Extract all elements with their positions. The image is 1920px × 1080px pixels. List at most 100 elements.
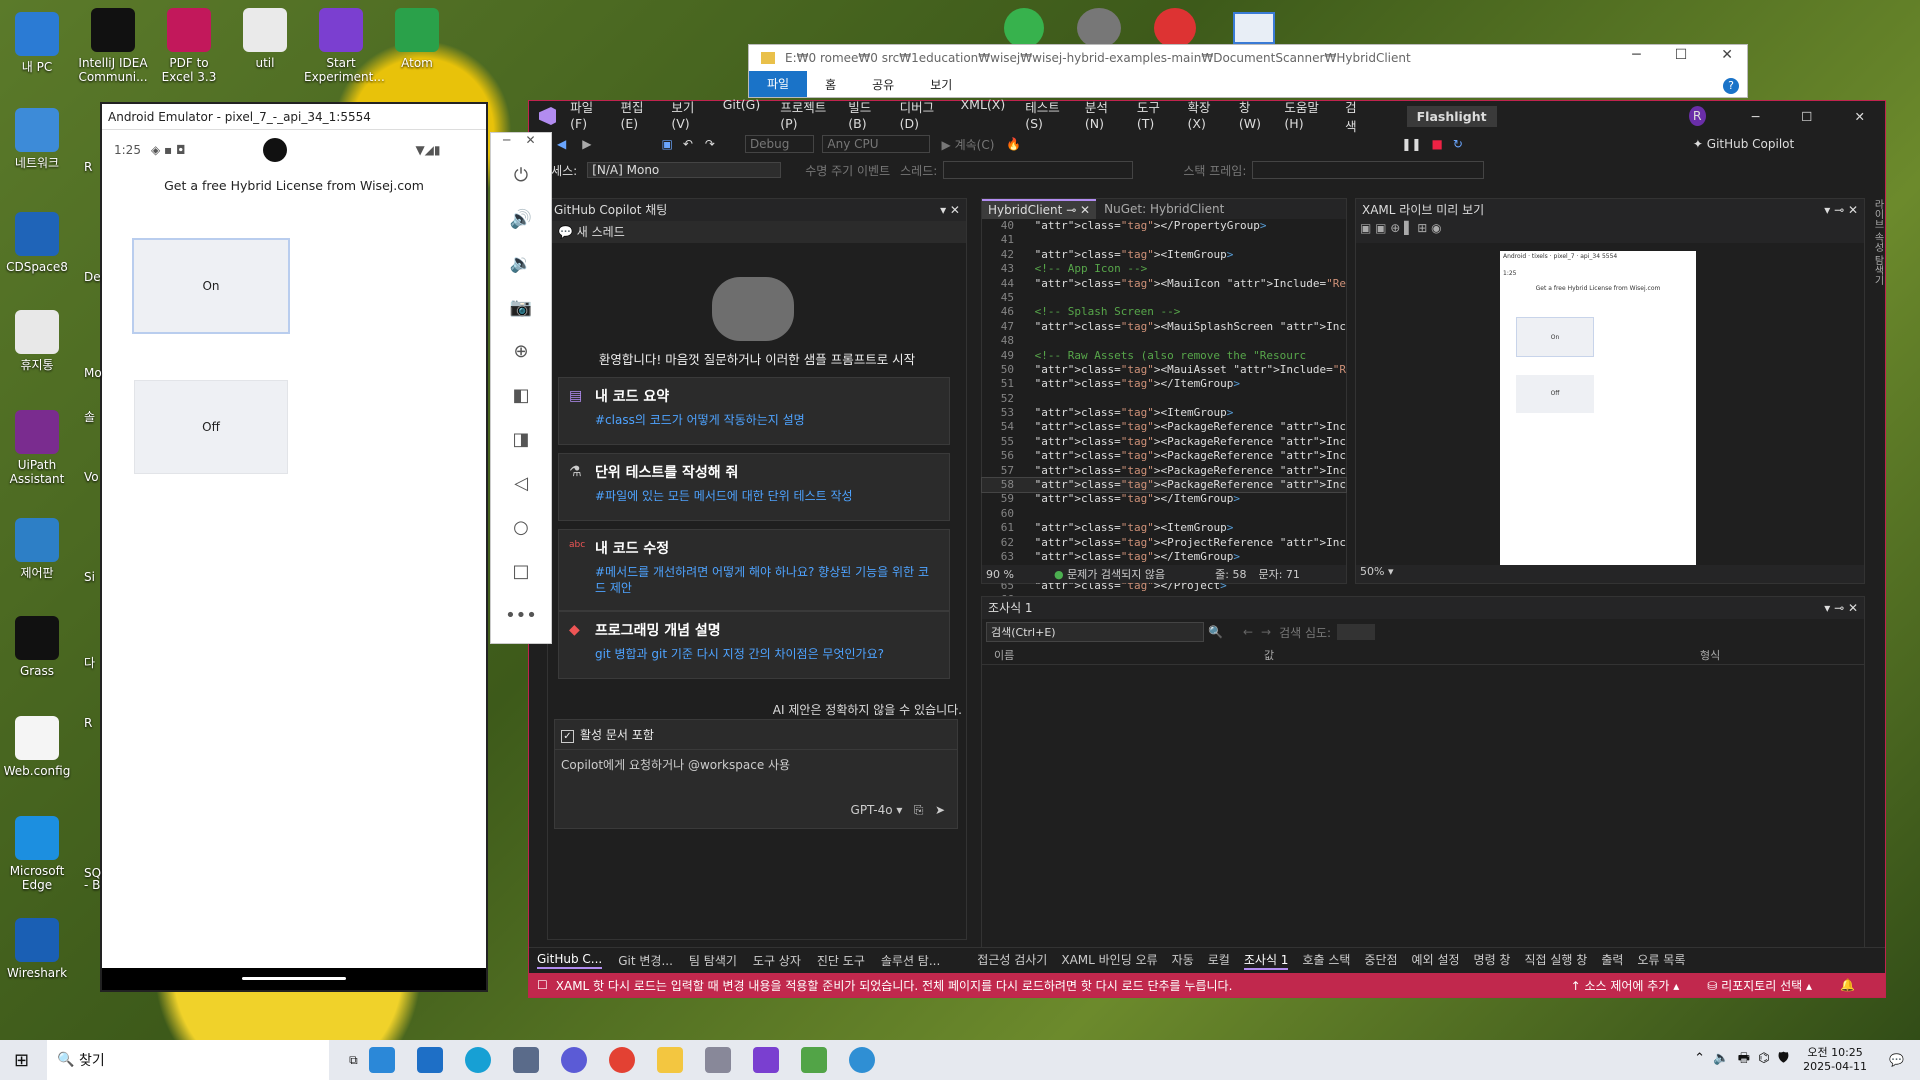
camera-icon[interactable]: 📷: [491, 285, 551, 329]
code-line[interactable]: 47 "attr">class="tag"><MauiSplashScreen …: [982, 320, 1346, 334]
tool-tab[interactable]: 중단점: [1364, 951, 1397, 970]
forward-icon[interactable]: →: [1261, 625, 1271, 639]
process-dropdown[interactable]: [N/A] Mono: [587, 162, 782, 178]
tool-tab[interactable]: XAML 바인딩 오류: [1061, 951, 1157, 970]
undo-icon[interactable]: ↶: [683, 137, 693, 151]
off-button[interactable]: Off: [134, 380, 288, 474]
file-explorer-icon[interactable]: [656, 1047, 683, 1073]
code-line[interactable]: 57 "attr">class="tag"><PackageReference …: [982, 464, 1346, 478]
flashlight-badge[interactable]: Flashlight: [1406, 105, 1497, 127]
menu-item[interactable]: 확장(X): [1188, 97, 1219, 135]
code-line[interactable]: 59 "attr">class="tag"></ItemGroup>: [982, 492, 1346, 506]
code-line[interactable]: 51 "attr">class="tag"></ItemGroup>: [982, 377, 1346, 391]
start-icon[interactable]: ⊞: [14, 1050, 29, 1071]
code-editor[interactable]: 40 "attr">class="tag"></PropertyGroup> 41…: [981, 219, 1347, 608]
sample-prompt-card[interactable]: ▤ 내 코드 요약 #class의 코드가 어떻게 작동하는지 설명: [558, 377, 950, 445]
thread-bar[interactable]: 💬 새 스레드: [548, 221, 966, 243]
menu-item[interactable]: XML(X): [961, 97, 1006, 135]
explorer-window-controls[interactable]: ─ ☐ ✕: [1632, 47, 1733, 63]
desktop-icon[interactable]: Web.config: [0, 716, 74, 778]
code-line[interactable]: 49 <!-- Raw Assets (also remove the "Res…: [982, 349, 1346, 363]
xaml-toolbar[interactable]: ▣ ▣ ⊕ ▌ ⊞ ◉: [1356, 221, 1864, 243]
code-line[interactable]: 60: [982, 507, 1346, 521]
close-icon[interactable]: ✕: [1855, 109, 1865, 124]
tool-tab[interactable]: 직접 실행 창: [1524, 951, 1587, 970]
xaml-zoom[interactable]: 50%: [1360, 565, 1384, 578]
minimize-icon[interactable]: ─: [1632, 47, 1640, 63]
tool-tab[interactable]: 도구 상자: [753, 952, 801, 969]
taskbar-search[interactable]: 🔍 찾기: [47, 1040, 330, 1080]
close-icon[interactable]: ▾ ✕: [940, 199, 960, 221]
code-line[interactable]: 63 "attr">class="tag"></ItemGroup>: [982, 550, 1346, 564]
stop-icon[interactable]: ■: [1431, 137, 1442, 151]
live-property-explorer-tab[interactable]: 라이브 속성 탐색기: [1867, 199, 1885, 285]
vs-menu-items[interactable]: 파일(F) 편집(E) 보기(V) Git(G) 프로젝트(P) 빌드(B) 디버그(D) X…: [570, 97, 1383, 135]
menu-item[interactable]: 창(W): [1239, 97, 1265, 135]
tab-hybridclient[interactable]: HybridClient ⊸ ✕: [982, 199, 1097, 219]
avatar[interactable]: R: [1688, 106, 1706, 126]
forward-icon[interactable]: ▶: [582, 137, 591, 151]
emulator-icon[interactable]: [848, 1047, 875, 1073]
copilot-input-box[interactable]: ✓ 활성 문서 포함 Copilot에게 요청하거나 @workspace 사용 …: [554, 719, 958, 829]
tab-view[interactable]: 보기: [912, 76, 970, 93]
home-indicator[interactable]: [242, 977, 346, 980]
more-icon[interactable]: •••: [491, 593, 551, 637]
tool-tab[interactable]: 로컬: [1208, 951, 1230, 970]
desktop-icon[interactable]: 휴지통: [0, 310, 74, 372]
android-emulator-window[interactable]: Android Emulator - pixel_7_-_api_34_1:55…: [100, 102, 488, 992]
code-line[interactable]: 50 "attr">class="tag"><MauiAsset "attr">…: [982, 363, 1346, 377]
notifications-icon[interactable]: 💬: [1889, 1053, 1904, 1067]
notification-icon[interactable]: 🔔: [1840, 978, 1855, 992]
clock[interactable]: 오전 10:25 2025-04-11: [1803, 1046, 1867, 1074]
copilot-input[interactable]: Copilot에게 요청하거나 @workspace 사용: [555, 750, 957, 779]
watch-toolbar[interactable]: 검색(Ctrl+E) 🔍 ← → 검색 심도:: [982, 619, 1864, 645]
code-line[interactable]: 61 "attr">class="tag"><ItemGroup>: [982, 521, 1346, 535]
desktop-icon[interactable]: IntelliJ IDEA Communi...: [76, 8, 150, 84]
home-icon[interactable]: ○: [491, 505, 551, 549]
code-line[interactable]: 43 <!-- App Icon -->: [982, 262, 1346, 276]
continue-button[interactable]: ▶ 계속(C): [942, 136, 995, 153]
desktop-icon[interactable]: 제어판: [0, 518, 74, 580]
send-icon[interactable]: ➤: [935, 803, 945, 817]
config-dropdown[interactable]: Debug: [744, 135, 815, 153]
task-view-icon[interactable]: ⧉: [349, 1053, 358, 1068]
desktop-icon[interactable]: PDF to Excel 3.3: [152, 8, 226, 84]
code-line[interactable]: 45: [982, 291, 1346, 305]
explorer-ribbon-tabs[interactable]: 파일 홈 공유 보기: [749, 71, 1747, 97]
desktop-icon[interactable]: 내 PC: [0, 12, 74, 74]
tab-home[interactable]: 홈: [807, 76, 854, 93]
thread-dropdown[interactable]: [943, 161, 1134, 179]
menu-item[interactable]: 검색: [1345, 97, 1362, 135]
desktop-icon[interactable]: UiPath Assistant: [0, 410, 74, 486]
desktop-icon[interactable]: 네트워크: [0, 108, 74, 170]
tool-tab[interactable]: 진단 도구: [817, 952, 865, 969]
on-button[interactable]: On: [132, 238, 290, 334]
back-icon[interactable]: ◁: [491, 461, 551, 505]
menu-item[interactable]: 보기(V): [671, 97, 702, 135]
sample-prompt-card[interactable]: abc 내 코드 수정 #메서드를 개선하려면 어떻게 해야 하나요? 향상된 기능…: [558, 529, 950, 611]
tool-tab[interactable]: 오류 목록: [1637, 951, 1685, 970]
watch-pane[interactable]: 조사식 1 ▾ ⊸ ✕ 검색(Ctrl+E) 🔍 ← → 검색 심도: 이름 값 …: [981, 596, 1865, 948]
vs-debug-location-bar[interactable]: 프로세스: [N/A] Mono 수명 주기 이벤트 스레드: 스택 프레임:: [529, 157, 1885, 183]
tool-tab[interactable]: 출력: [1601, 951, 1623, 970]
desktop-icon[interactable]: Microsoft Edge: [0, 816, 74, 892]
minimize-icon[interactable]: ─: [1752, 109, 1760, 124]
store-icon[interactable]: [368, 1047, 395, 1073]
code-line[interactable]: 40 "attr">class="tag"></PropertyGroup>: [982, 219, 1346, 233]
menu-item[interactable]: 도움말(H): [1284, 97, 1325, 135]
code-line[interactable]: 55 "attr">class="tag"><PackageReference …: [982, 435, 1346, 449]
close-icon[interactable]: ▾ ⊸ ✕: [1824, 199, 1858, 221]
chrome-icon[interactable]: [608, 1047, 635, 1073]
restart-icon[interactable]: ↻: [1453, 137, 1463, 151]
desktop-icon[interactable]: CDSpace8: [0, 212, 74, 274]
lifecycle-events[interactable]: 수명 주기 이벤트: [805, 162, 890, 179]
close-icon[interactable]: ▾ ⊸ ✕: [1824, 597, 1858, 619]
include-doc-checkbox[interactable]: ✓: [561, 730, 574, 743]
menu-item[interactable]: 프로젝트(P): [780, 97, 828, 135]
maximize-icon[interactable]: ☐: [1801, 109, 1812, 124]
code-line[interactable]: 41: [982, 233, 1346, 247]
tab-file[interactable]: 파일: [749, 71, 808, 97]
tool-tab[interactable]: 솔루션 탐...: [881, 952, 940, 969]
zoom-level[interactable]: 90 %: [986, 568, 1014, 581]
search-icon[interactable]: 🔍: [1208, 625, 1223, 639]
